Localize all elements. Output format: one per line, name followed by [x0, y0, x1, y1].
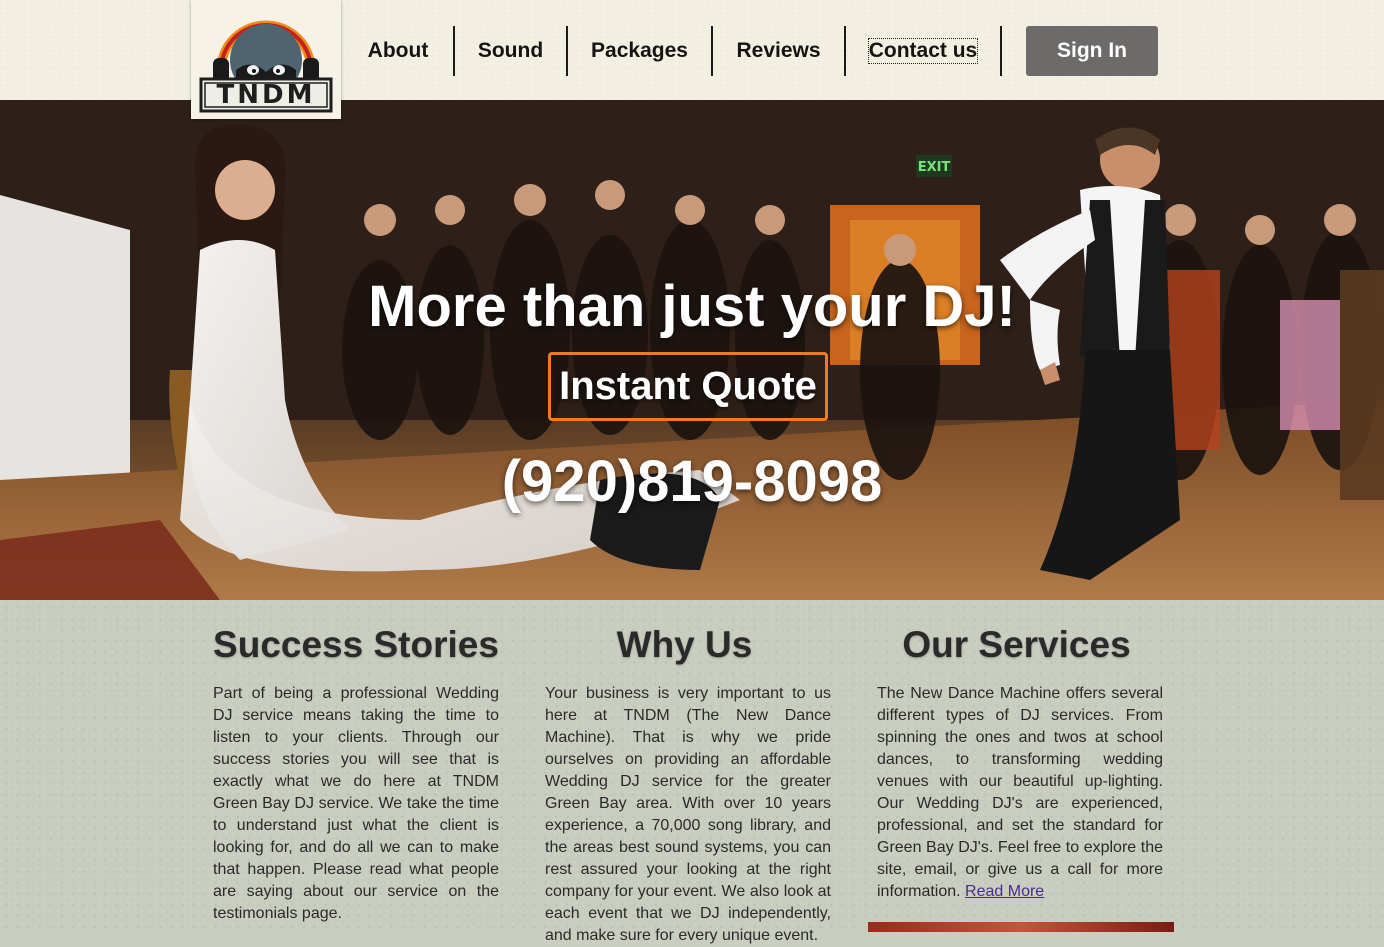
our-services-text: The New Dance Machine offers several dif… [877, 683, 1163, 903]
sign-in-button[interactable]: Sign In [1026, 26, 1158, 76]
nav-divider [1000, 26, 1002, 76]
main-nav: About Sound Packages Reviews Contact us [343, 26, 1002, 76]
nav-about[interactable]: About [343, 26, 453, 76]
hero-headline: More than just your DJ! [368, 274, 1016, 339]
success-stories-heading: Success Stories [213, 624, 499, 665]
nav-packages-label: Packages [591, 39, 688, 62]
phone-number[interactable]: (920)819-8098 [0, 448, 1384, 515]
exit-sign: EXIT [918, 160, 951, 175]
success-stories-text: Part of being a professional Wedding DJ … [213, 685, 499, 922]
site-logo[interactable]: TNDM [191, 0, 341, 119]
instant-quote-button[interactable]: Instant Quote [548, 352, 828, 421]
site-header: TNDM About Sound Packages Reviews Contac… [0, 0, 1384, 119]
why-us-text: Your business is very important to us he… [545, 685, 831, 944]
nav-reviews-label: Reviews [736, 39, 821, 62]
wedding-dance-photo: EXIT [0, 100, 1384, 600]
our-services-heading: Our Services [902, 624, 1131, 665]
services-image-thumbnail [868, 922, 1174, 932]
nav-contact[interactable]: Contact us [846, 26, 1000, 76]
nav-sound-label: Sound [477, 39, 544, 62]
read-more-link[interactable]: Read More [965, 883, 1044, 900]
nav-contact-label: Contact us [867, 38, 979, 64]
hero-banner: EXIT More than just your DJ! Instant Quo… [0, 100, 1384, 600]
nav-about-label: About [367, 39, 429, 62]
logo-text: TNDM [216, 80, 316, 110]
info-section: Success Stories Part of being a professi… [0, 600, 1384, 944]
our-services-body: The New Dance Machine offers several dif… [877, 685, 1163, 900]
why-us-heading: Why Us [616, 624, 753, 665]
nav-packages[interactable]: Packages [568, 26, 711, 76]
nav-reviews[interactable]: Reviews [713, 26, 844, 76]
nav-sound[interactable]: Sound [455, 26, 566, 76]
